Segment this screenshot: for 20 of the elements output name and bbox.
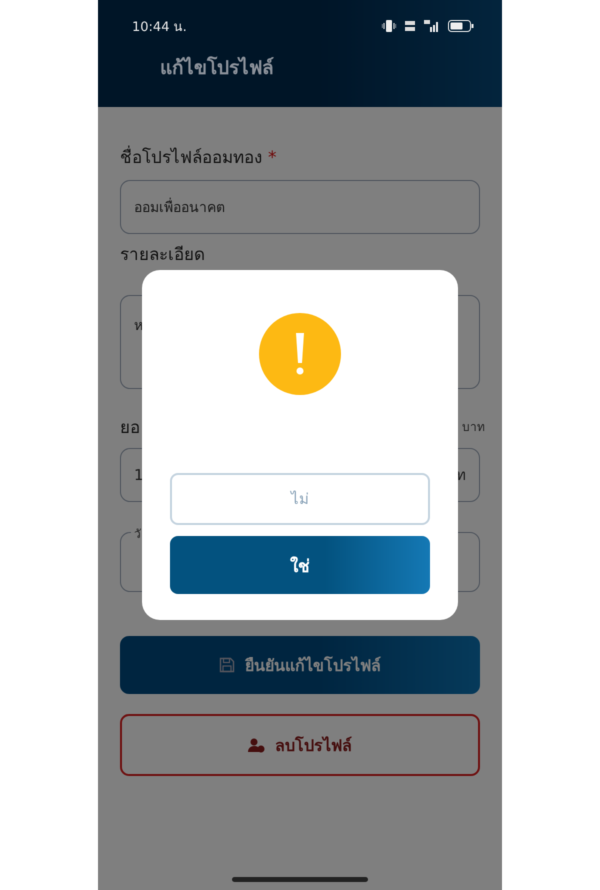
field-label: ชื่อโปรไฟล์ออมทอง [120,143,262,170]
confirm-button[interactable]: ยืนยันแก้ไขโปรไฟล์ [120,636,480,694]
field-value: 1 [134,466,144,484]
no-button[interactable]: ไม่ [170,473,430,525]
text-field[interactable]: ออมเพื่ออนาคต [120,180,480,234]
signal-icon [424,20,440,32]
unit-label: บาท [462,419,485,436]
field-label: ยอ [120,417,140,440]
save-icon [219,657,235,673]
page-title: แก้ไขโปรไฟล์ [160,57,274,79]
user-remove-icon [248,738,265,752]
status-time: 10:44 น. [132,18,187,36]
vibrate-icon [382,20,396,32]
warning-icon [259,313,341,395]
delete-button[interactable]: ลบโปรไฟล์ [120,714,480,776]
battery-icon [448,20,474,32]
field-label: รายละเอียด [120,244,206,267]
required-mark: * [268,148,276,168]
home-indicator[interactable] [232,877,368,882]
yes-button[interactable]: ใช่ [170,536,430,594]
